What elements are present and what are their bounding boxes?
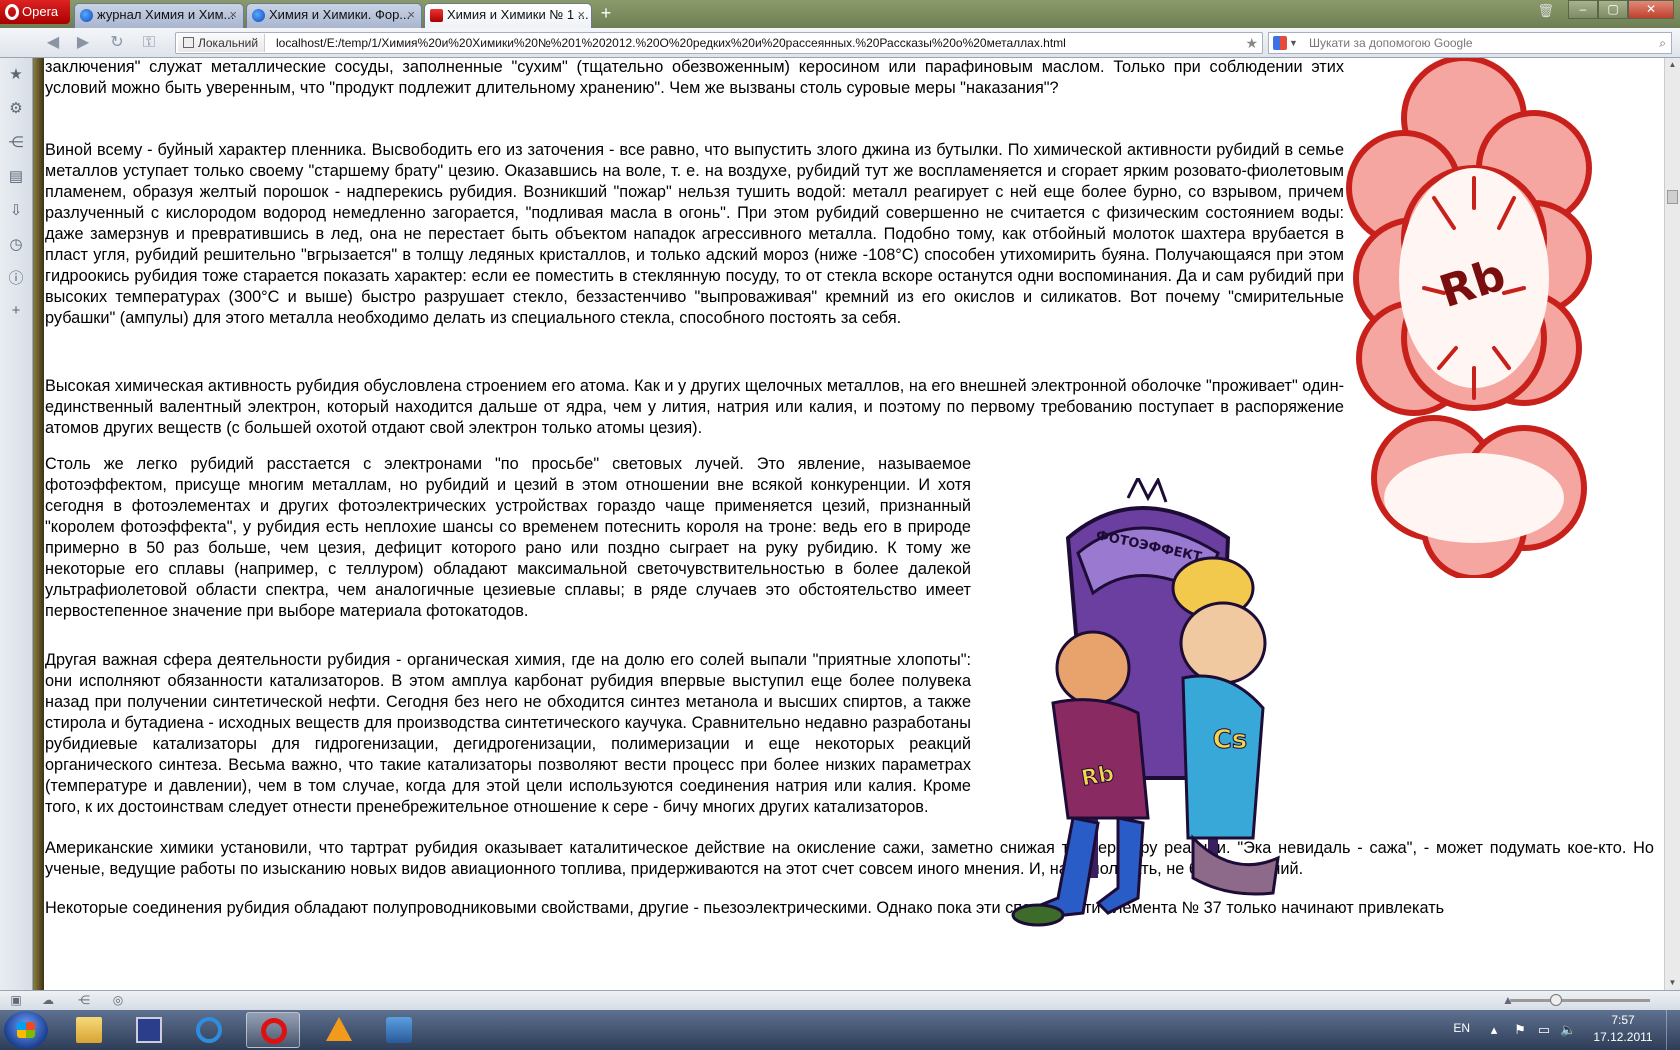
- document-icon: [183, 37, 194, 48]
- history-clock-icon[interactable]: ◷: [7, 236, 25, 254]
- tab-bar: Opera журнал Химия и Хим... × Химия и Хи…: [0, 0, 1680, 29]
- tab-close-icon[interactable]: ×: [407, 4, 415, 26]
- bookmarks-star-icon[interactable]: ★: [7, 66, 25, 84]
- paragraph-6: Американские химики установили, что тарт…: [45, 839, 1654, 878]
- taskbar-internet-explorer[interactable]: [182, 1012, 236, 1048]
- speed-dial-icon[interactable]: ◎: [110, 993, 126, 1008]
- paragraph-7: Некоторые соединения рубидия обладают по…: [45, 899, 1445, 917]
- tab-favicon-icon: [252, 9, 265, 22]
- new-tab-button[interactable]: +: [594, 4, 618, 24]
- local-page-badge[interactable]: Локальний: [178, 34, 266, 52]
- local-badge-label: Локальний: [198, 36, 259, 50]
- paragraph-4: Столь же легко рубидий расстается с элек…: [45, 455, 971, 620]
- opera-logo-icon: [5, 4, 19, 20]
- tab-3-active[interactable]: Химия и Химики № 1 ... ×: [424, 3, 592, 29]
- cesium-badge-label: Cs: [1213, 725, 1248, 755]
- show-hidden-icons-icon[interactable]: ▴: [1486, 1022, 1502, 1038]
- vertical-scrollbar[interactable]: ▲ ▼: [1664, 58, 1680, 990]
- folder-icon: [76, 1017, 102, 1043]
- paragraph-1: заключения" служат металлические сосуды,…: [45, 58, 1344, 97]
- scroll-down-arrow-icon[interactable]: ▼: [1665, 976, 1680, 990]
- window-controls: – ▢ ✕: [1568, 0, 1674, 20]
- tab-2[interactable]: Химия и Химики. Фор... ×: [246, 3, 422, 28]
- reload-icon[interactable]: ↻: [106, 33, 128, 53]
- clock-time[interactable]: 7:57: [1588, 1013, 1658, 1027]
- taskbar-save-app[interactable]: [122, 1012, 176, 1048]
- paragraph-3: Высокая химическая активность рубидия об…: [45, 377, 1344, 437]
- forward-arrow-icon[interactable]: ▶: [72, 33, 94, 53]
- address-toolbar: ◀ ▶ ↻ ⚿ Локальний localhost/E:/temp/1/Хи…: [0, 28, 1680, 58]
- system-tray: EN ▴ ⚑ ▭ 🔈 7:57 17.12.2011: [1440, 1010, 1680, 1050]
- share-icon[interactable]: ⋲: [7, 134, 25, 152]
- google-icon[interactable]: [1273, 36, 1287, 50]
- turbo-cloud-icon[interactable]: ☁: [40, 993, 56, 1008]
- media-player-icon: [386, 1017, 412, 1043]
- minimize-button[interactable]: –: [1568, 0, 1598, 19]
- notes-icon[interactable]: ▤: [7, 168, 25, 186]
- tab-1[interactable]: журнал Химия и Хим... ×: [74, 3, 244, 28]
- language-indicator[interactable]: EN: [1453, 1021, 1470, 1035]
- chevron-down-icon[interactable]: ▼: [1289, 33, 1298, 53]
- address-field[interactable]: Локальний localhost/E:/temp/1/Химия%20и%…: [175, 32, 1263, 54]
- volume-icon[interactable]: 🔈: [1560, 1022, 1576, 1038]
- tab-favicon-icon: [430, 9, 443, 22]
- paragraph-2: Виной всему - буйный характер пленника. …: [45, 141, 1344, 327]
- tab-title: Химия и Химики № 1 ...: [447, 7, 589, 22]
- tab-title: Химия и Химики. Фор...: [269, 7, 411, 22]
- opera-menu-button[interactable]: Opera: [0, 0, 70, 24]
- search-input[interactable]: ▼ Шукати за допомогою Google ⌕: [1268, 32, 1672, 54]
- taskbar-opera[interactable]: [246, 1012, 300, 1048]
- downloads-icon[interactable]: ⇩: [7, 202, 25, 220]
- key-icon[interactable]: ⚿: [138, 33, 160, 53]
- info-icon[interactable]: ⓘ: [7, 270, 25, 288]
- search-placeholder: Шукати за допомогою Google: [1309, 36, 1473, 50]
- page-frame-border: [34, 58, 44, 990]
- bookmark-star-icon[interactable]: ★: [1245, 33, 1258, 53]
- rubidium-explosion-illustration: Rb: [1346, 58, 1592, 578]
- tab-title: журнал Химия и Хим...: [97, 7, 235, 22]
- cone-icon: [326, 1017, 352, 1041]
- opera-icon: [261, 1018, 287, 1044]
- settings-gear-icon[interactable]: ⚙: [7, 100, 25, 118]
- windows-logo-icon: [17, 1022, 35, 1038]
- panel-toggle-icon[interactable]: ▣: [8, 993, 24, 1008]
- unite-icon[interactable]: ⋲: [76, 993, 92, 1008]
- internet-explorer-icon: [196, 1017, 222, 1043]
- show-desktop-button[interactable]: [1666, 1010, 1680, 1050]
- start-button[interactable]: [4, 1011, 48, 1049]
- action-center-flag-icon[interactable]: ⚑: [1512, 1022, 1528, 1038]
- status-bar: ▣ ☁ ⋲ ◎ ▲: [0, 990, 1680, 1010]
- scroll-up-arrow-icon[interactable]: ▲: [1665, 58, 1680, 72]
- opera-menu-label: Opera: [22, 4, 59, 19]
- tab-close-icon[interactable]: ×: [229, 4, 237, 26]
- url-text[interactable]: localhost/E:/temp/1/Химия%20и%20Химики%2…: [276, 33, 1236, 53]
- taskbar-xmp[interactable]: [372, 1012, 426, 1048]
- maximize-button[interactable]: ▢: [1598, 0, 1628, 19]
- paragraph-5: Другая важная сфера деятельности рубидия…: [45, 651, 971, 816]
- back-arrow-icon[interactable]: ◀: [42, 33, 64, 53]
- taskbar-explorer[interactable]: [62, 1012, 116, 1048]
- taskbar-vlc[interactable]: [312, 1012, 366, 1048]
- tab-close-icon[interactable]: ×: [577, 4, 585, 26]
- page-content: заключения" служат металлические сосуды,…: [34, 58, 1664, 990]
- tab-favicon-icon: [80, 9, 93, 22]
- search-icon[interactable]: ⌕: [1659, 33, 1666, 53]
- side-panel: ★ ⚙ ⋲ ▤ ⇩ ◷ ⓘ +: [0, 58, 33, 990]
- add-panel-icon[interactable]: +: [7, 302, 25, 320]
- zoom-slider-knob[interactable]: [1550, 994, 1562, 1006]
- floppy-disk-icon: [136, 1017, 162, 1043]
- windows-taskbar: EN ▴ ⚑ ▭ 🔈 7:57 17.12.2011: [0, 1010, 1680, 1050]
- photoeffect-throne-illustration: ФОТОЭФФЕКТ Cs Rb: [1011, 478, 1280, 927]
- close-window-button[interactable]: ✕: [1628, 0, 1674, 19]
- network-icon[interactable]: ▭: [1536, 1022, 1552, 1038]
- clock-date[interactable]: 17.12.2011: [1588, 1030, 1658, 1044]
- scrollbar-thumb[interactable]: [1667, 190, 1678, 204]
- zoom-slider[interactable]: [1510, 994, 1650, 1006]
- trash-icon[interactable]: 🗑: [1537, 3, 1554, 19]
